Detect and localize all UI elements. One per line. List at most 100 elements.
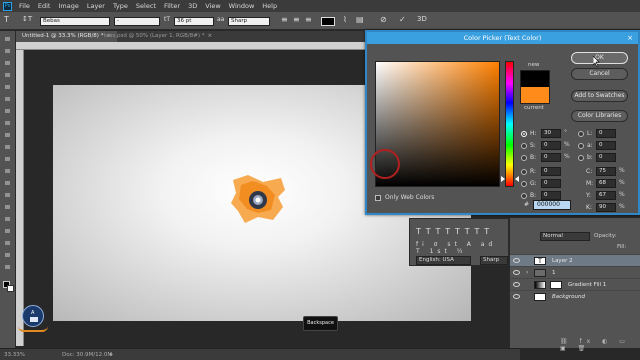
magenta-input[interactable]: 68: [596, 179, 616, 188]
cancel-icon[interactable]: ⊘: [380, 15, 387, 24]
close-icon[interactable]: ×: [623, 33, 637, 43]
tab-tess[interactable]: tess.psd @ 50% (Layer 1, RGB/8#) * ×: [98, 31, 218, 42]
menu-help[interactable]: Help: [258, 2, 281, 10]
hue-slider[interactable]: [505, 61, 514, 187]
menu-edit[interactable]: Edit: [34, 2, 55, 10]
lab-a-radio[interactable]: [578, 143, 584, 149]
brush-tool-icon[interactable]: [3, 119, 13, 127]
eraser-tool-icon[interactable]: [3, 155, 13, 163]
hue-slider-arrow-icon[interactable]: [515, 176, 519, 182]
pen-tool-icon[interactable]: [3, 203, 13, 211]
char-antialias-select[interactable]: Sharp: [480, 256, 508, 265]
menu-image[interactable]: Image: [54, 2, 82, 10]
gradient-tool-icon[interactable]: [3, 167, 13, 175]
align-center-icon[interactable]: ≡: [293, 15, 300, 24]
visibility-eye-icon[interactable]: [513, 282, 520, 287]
close-icon[interactable]: ×: [208, 33, 213, 39]
layer-actions-bar[interactable]: ⛓ fx ◐ ▭ ▣ 🗑: [560, 338, 640, 352]
marquee-tool-icon[interactable]: [3, 47, 13, 55]
crop-tool-icon[interactable]: [3, 83, 13, 91]
3d-icon[interactable]: 3D: [417, 15, 427, 23]
current-color-swatch[interactable]: [520, 87, 550, 104]
hand-tool-icon[interactable]: [3, 251, 13, 259]
font-family-select[interactable]: Bebas: [40, 17, 110, 26]
history-brush-tool-icon[interactable]: [3, 143, 13, 151]
clone-stamp-tool-icon[interactable]: [3, 131, 13, 139]
antialias-select[interactable]: Sharp: [228, 17, 270, 26]
quick-select-tool-icon[interactable]: [3, 71, 13, 79]
lab-l-input[interactable]: 0: [596, 129, 616, 138]
text-color-swatch[interactable]: [321, 17, 335, 26]
cyan-input[interactable]: 75: [596, 167, 616, 176]
background-color-swatch[interactable]: [7, 285, 14, 292]
red-input[interactable]: 0: [541, 167, 561, 176]
saturation-radio[interactable]: [521, 143, 527, 149]
path-select-tool-icon[interactable]: [3, 227, 13, 235]
only-web-colors-checkbox[interactable]: [375, 195, 381, 201]
hue-input[interactable]: 30: [541, 129, 561, 138]
add-to-swatches-button[interactable]: Add to Swatches: [571, 90, 628, 102]
hue-radio[interactable]: [521, 131, 527, 137]
align-right-icon[interactable]: ≡: [305, 15, 312, 24]
dodge-tool-icon[interactable]: [3, 191, 13, 199]
blur-tool-icon[interactable]: [3, 179, 13, 187]
zoom-level[interactable]: 33.33%: [4, 352, 25, 358]
menu-view[interactable]: View: [201, 2, 224, 10]
lab-l-radio[interactable]: [578, 131, 584, 137]
blue-radio[interactable]: [521, 193, 527, 199]
layer-row[interactable]: Background: [510, 290, 640, 302]
menu-layer[interactable]: Layer: [83, 2, 109, 10]
hex-input[interactable]: 000000: [533, 200, 571, 210]
brightness-input[interactable]: 0: [541, 153, 561, 162]
font-size-select[interactable]: 36 pt: [174, 17, 214, 26]
saturation-input[interactable]: 0: [541, 141, 561, 150]
status-menu-arrow-icon[interactable]: ▸: [110, 351, 113, 358]
visibility-eye-icon[interactable]: [513, 294, 520, 299]
menu-window[interactable]: Window: [225, 2, 259, 10]
shape-tool-icon[interactable]: [3, 239, 13, 247]
menu-type[interactable]: Type: [109, 2, 132, 10]
zoom-tool-icon[interactable]: [3, 263, 13, 271]
layer-row[interactable]: Gradient Fill 1: [510, 278, 640, 290]
font-style-select[interactable]: -: [114, 17, 160, 26]
menu-file[interactable]: File: [15, 2, 34, 10]
menu-3d[interactable]: 3D: [184, 2, 201, 10]
blend-mode-select[interactable]: Normal: [540, 232, 590, 241]
menu-select[interactable]: Select: [132, 2, 160, 10]
lab-b-radio[interactable]: [578, 155, 584, 161]
type-tool-icon[interactable]: T: [4, 15, 9, 24]
text-style-buttons[interactable]: TTTTTTTT: [416, 227, 494, 236]
orientation-toggle-icon[interactable]: ↕T: [22, 15, 32, 23]
lab-b-input[interactable]: 0: [596, 153, 616, 162]
blue-input[interactable]: 0: [541, 191, 561, 200]
hue-slider-arrow-icon[interactable]: [501, 176, 505, 182]
red-label: R:: [530, 168, 537, 175]
lasso-tool-icon[interactable]: [3, 59, 13, 67]
eyedropper-tool-icon[interactable]: [3, 95, 13, 103]
black-input[interactable]: 90: [596, 203, 616, 212]
lab-b-label: b:: [587, 154, 593, 161]
visibility-eye-icon[interactable]: [513, 270, 520, 275]
cancel-button[interactable]: Cancel: [571, 68, 628, 80]
align-left-icon[interactable]: ≡: [281, 15, 288, 24]
text-feature-buttons[interactable]: fi σ st A ad T 1st ½: [416, 241, 508, 255]
character-panel-icon[interactable]: ▤: [356, 15, 364, 24]
commit-icon[interactable]: ✓: [399, 15, 406, 24]
green-radio[interactable]: [521, 181, 527, 187]
red-radio[interactable]: [521, 169, 527, 175]
language-select[interactable]: English: USA: [416, 256, 471, 265]
healing-tool-icon[interactable]: [3, 107, 13, 115]
layer-row[interactable]: T Layer 2: [510, 254, 640, 266]
brightness-radio[interactable]: [521, 155, 527, 161]
green-input[interactable]: 0: [541, 179, 561, 188]
yellow-input[interactable]: 67: [596, 191, 616, 200]
layer-row[interactable]: › 1: [510, 266, 640, 278]
lab-a-input[interactable]: 0: [596, 141, 616, 150]
warp-text-icon[interactable]: ⌇: [343, 15, 347, 24]
color-marker[interactable]: [370, 149, 400, 179]
type-tool-icon[interactable]: [3, 215, 13, 223]
visibility-eye-icon[interactable]: [513, 258, 520, 263]
move-tool-icon[interactable]: [3, 35, 13, 43]
menu-filter[interactable]: Filter: [160, 2, 184, 10]
color-libraries-button[interactable]: Color Libraries: [571, 110, 628, 122]
